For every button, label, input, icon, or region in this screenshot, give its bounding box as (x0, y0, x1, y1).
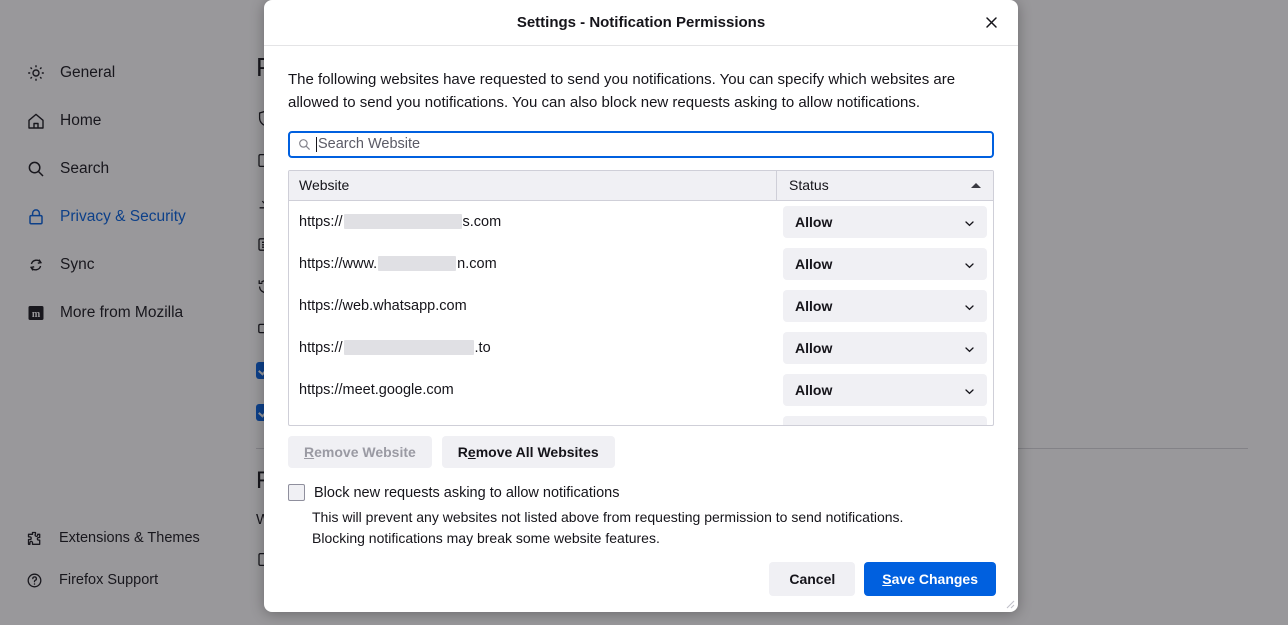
website-suffix: n.com (457, 255, 497, 272)
table-header: Website Status (289, 170, 993, 201)
table-cell-website: https://web.whatsapp.com (289, 298, 777, 314)
permission-dropdown[interactable]: Allow (783, 331, 987, 364)
column-header-website[interactable]: Website (289, 170, 777, 200)
table-cell-status (777, 415, 993, 426)
website-prefix: https://meet.google.com (299, 381, 454, 398)
notification-permissions-dialog: Settings - Notification Permissions The … (264, 0, 1018, 612)
block-new-requests-row[interactable]: Block new requests asking to allow notif… (288, 484, 994, 502)
redaction-block (343, 340, 474, 356)
block-new-requests-label: Block new requests asking to allow notif… (314, 484, 620, 501)
search-icon (298, 138, 311, 151)
chevron-down-icon (964, 342, 975, 353)
table-cell-website: https:// s.com (289, 214, 777, 230)
permission-value: Allow (795, 213, 833, 230)
table-row[interactable]: https://www. n.com Allow (289, 243, 993, 285)
permission-value: Allow (795, 255, 833, 272)
block-new-requests-checkbox[interactable] (288, 484, 305, 502)
table-cell-website: https://meet.google.com (289, 382, 777, 398)
permission-value: Allow (795, 297, 833, 314)
website-suffix: s.com (462, 213, 502, 230)
dialog-footer: Cancel Save Changes (264, 548, 1018, 612)
table-row[interactable]: https://web.whatsapp.com Allow (289, 285, 993, 327)
chevron-down-icon (964, 300, 975, 311)
remove-website-button[interactable]: Remove Website (288, 436, 432, 469)
table-row[interactable]: https:// s.com Allow (289, 201, 993, 243)
dialog-body: The following websites have requested to… (264, 46, 1018, 548)
table-cell-status: Allow (777, 373, 993, 406)
table-body: https:// s.com Allow https://www. n.com Allow… (289, 201, 993, 426)
help-line-1: This will prevent any websites not liste… (312, 509, 904, 526)
website-prefix: https:// (299, 213, 343, 230)
table-row[interactable] (289, 411, 993, 426)
save-changes-button[interactable]: Save Changes (864, 561, 996, 596)
dialog-description: The following websites have requested to… (288, 71, 956, 112)
resize-grip[interactable] (1002, 596, 1015, 609)
website-suffix: .to (474, 339, 491, 356)
chevron-down-icon (964, 258, 975, 269)
table-cell-website: https://www. n.com (289, 256, 777, 272)
search-input[interactable]: Search Website (288, 130, 994, 158)
table-row[interactable]: https://meet.google.com Allow (289, 369, 993, 411)
sort-ascending-icon (971, 182, 981, 188)
save-changes-label-rest: ave Changes (891, 570, 978, 587)
remove-website-label-rest: emove Website (314, 444, 416, 461)
redaction-block (343, 214, 462, 230)
dialog-title: Settings - Notification Permissions (516, 14, 766, 31)
permission-dropdown[interactable]: Allow (783, 373, 987, 406)
column-header-status[interactable]: Status (777, 171, 993, 200)
permission-dropdown[interactable]: Allow (783, 205, 987, 238)
permission-value: Allow (795, 381, 833, 398)
permissions-table: Website Status https://s.com Allow https:/… (288, 169, 994, 427)
table-cell-website: https:// .to (289, 340, 777, 356)
table-cell-status: Allow (777, 331, 993, 364)
remove-all-pre: R (457, 444, 468, 461)
dialog-titlebar: Settings - Notification Permissions (264, 0, 1018, 46)
permission-dropdown[interactable]: Allow (783, 247, 987, 280)
website-prefix: https://www. (299, 255, 378, 272)
table-cell-status: Allow (777, 247, 993, 280)
website-prefix: https://web.whatsapp.com (299, 297, 467, 314)
block-new-requests-help: This will prevent any websites not liste… (312, 507, 994, 548)
table-cell-status: Allow (777, 205, 993, 238)
permission-value: Allow (795, 339, 833, 356)
chevron-down-icon (964, 216, 975, 227)
permission-dropdown[interactable]: Allow (783, 289, 987, 322)
remove-all-websites-button[interactable]: Remove All Websites (441, 436, 615, 469)
column-header-website-label: Website (299, 177, 350, 194)
row-action-buttons: Remove Website Remove All Websites (288, 436, 994, 469)
close-icon[interactable] (976, 8, 1006, 38)
search-placeholder: Search Website (318, 136, 421, 153)
remove-all-rest: move All Websites (475, 444, 599, 461)
redaction-block (378, 256, 457, 272)
screen: General Home Search Privacy & Security S… (0, 0, 1288, 625)
website-prefix: https:// (299, 339, 343, 356)
cancel-button[interactable]: Cancel (769, 561, 856, 596)
help-line-2: Blocking notifications may break some we… (312, 529, 660, 546)
chevron-down-icon (964, 384, 975, 395)
table-cell-status: Allow (777, 289, 993, 322)
table-row[interactable]: https:// .to Allow (289, 327, 993, 369)
column-header-status-label: Status (789, 177, 829, 194)
permission-dropdown[interactable] (783, 415, 987, 426)
